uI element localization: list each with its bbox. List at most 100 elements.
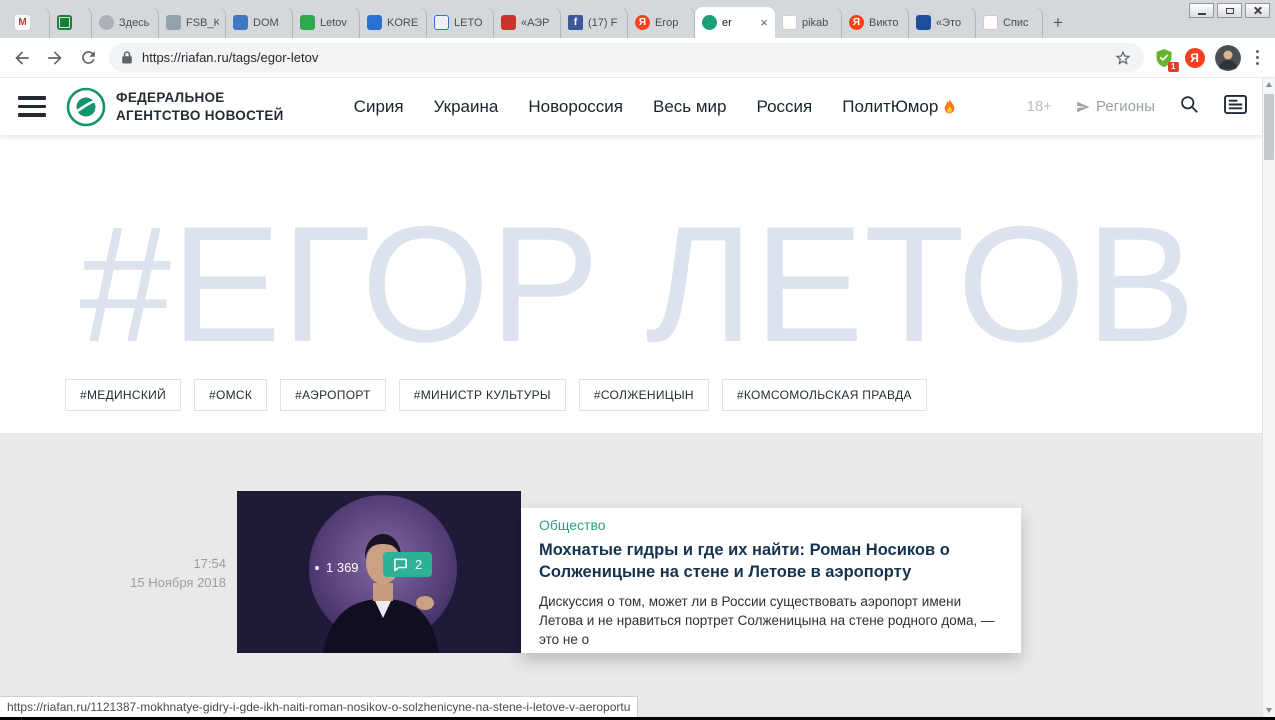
hamburger-menu-icon[interactable] (18, 96, 46, 117)
padlock-icon (122, 51, 132, 64)
tab-sheets[interactable] (50, 7, 92, 38)
comments-badge[interactable]: 2 (383, 552, 433, 577)
tag-aeroport[interactable]: #АЭРОПОРТ (280, 379, 386, 411)
scroll-up-arrow[interactable] (1263, 78, 1275, 91)
window-controls (1189, 3, 1270, 18)
site-header: ФЕДЕРАЛЬНОЕ АГЕНТСТВО НОВОСТЕЙ Сирия Укр… (0, 78, 1275, 135)
blue-favicon (233, 15, 248, 30)
minimize-button[interactable] (1189, 3, 1214, 18)
fan-logo-icon (66, 87, 106, 126)
address-bar[interactable]: https://riafan.ru/tags/egor-letov (109, 43, 1144, 72)
tab-letov[interactable]: Letov (293, 7, 360, 38)
article-thumbnail[interactable]: 1 369 2 (237, 491, 521, 653)
riafan-icon (702, 15, 717, 30)
tab-label: «Это (936, 16, 962, 29)
profile-avatar[interactable] (1214, 44, 1241, 71)
forward-button[interactable] (43, 46, 67, 70)
address-toolbar: https://riafan.ru/tags/egor-letov 1 Я (0, 38, 1275, 78)
red-favicon (501, 15, 516, 30)
tab-leto[interactable]: LETO (427, 7, 494, 38)
tab-label: FSB_K (186, 16, 219, 29)
header-right-group: 18+ Регионы (1027, 94, 1247, 120)
comments-count: 2 (415, 557, 423, 572)
browser-menu-icon[interactable] (1250, 49, 1266, 66)
tab-riafan-active[interactable]: er × (695, 7, 775, 38)
tab-close-icon[interactable]: × (760, 16, 768, 29)
news-feed-button[interactable] (1224, 94, 1247, 119)
reload-button[interactable] (76, 46, 100, 70)
browser-window: M Здесь FSB_K DOM Letov KORE LETO «АЭР f… (0, 0, 1275, 720)
extension-badge: 1 (1168, 61, 1179, 72)
tab-kore[interactable]: KORE (360, 7, 427, 38)
tab-label: LETO (454, 16, 483, 29)
yandex-icon: Я (635, 15, 650, 30)
article-date: 15 Ноября 2018 (130, 574, 226, 590)
pikabu-icon (782, 15, 797, 30)
nav-siriya[interactable]: Сирия (354, 97, 404, 117)
close-icon (1253, 6, 1262, 15)
tab-pikabu[interactable]: pikab (775, 7, 842, 38)
yandex-extension-icon[interactable]: Я (1184, 47, 1206, 69)
scroll-down-arrow[interactable] (1263, 704, 1275, 717)
location-arrow-icon (1077, 101, 1090, 112)
tab-aer[interactable]: «АЭР (494, 7, 561, 38)
tag-ministr-kultury[interactable]: #МИНИСТР КУЛЬТУРЫ (398, 379, 566, 411)
gmail-icon: M (15, 15, 30, 30)
article-excerpt: Дискуссия о том, может ли в России сущес… (539, 593, 995, 647)
site-logo[interactable]: ФЕДЕРАЛЬНОЕ АГЕНТСТВО НОВОСТЕЙ (66, 87, 284, 127)
tab-gmail[interactable]: M (8, 7, 50, 38)
nav-rossiya[interactable]: Россия (757, 97, 813, 117)
tab-yandex-egor[interactable]: Я Егор (628, 7, 695, 38)
article-title[interactable]: Мохнатые гидры и где их найти: Роман Нос… (539, 540, 1003, 584)
page-scrollbar[interactable] (1262, 78, 1275, 717)
close-button[interactable] (1245, 3, 1270, 18)
tab-facebook[interactable]: f (17) F (561, 7, 628, 38)
bookmark-star-icon[interactable] (1114, 49, 1132, 67)
tag-medinskiy[interactable]: #МЕДИНСКИЙ (65, 379, 181, 411)
link-status-bar: https://riafan.ru/1121387-mokhnatye-gidr… (0, 696, 639, 717)
nav-ukraina[interactable]: Украина (434, 97, 499, 117)
tag-solzhenicyn[interactable]: #СОЛЖЕНИЦЫН (578, 379, 709, 411)
back-button[interactable] (10, 46, 34, 70)
avatar-favicon (99, 15, 114, 30)
new-tab-button[interactable]: + (1043, 7, 1073, 38)
regions-button[interactable]: Регионы (1076, 98, 1155, 115)
url-text[interactable]: https://riafan.ru/tags/egor-letov (142, 50, 1105, 65)
tab-label: Егор (655, 16, 679, 29)
nav-novorossiya[interactable]: Новороссия (528, 97, 623, 117)
tab-zdes[interactable]: Здесь (92, 7, 159, 38)
tab-fsb-k[interactable]: FSB_K (159, 7, 226, 38)
tab-spis[interactable]: Спис (976, 7, 1043, 38)
search-button[interactable] (1179, 94, 1200, 120)
nav-ves-mir[interactable]: Весь мир (653, 97, 727, 117)
article-category[interactable]: Общество (539, 517, 1003, 533)
related-tags: #МЕДИНСКИЙ #ОМСК #АЭРОПОРТ #МИНИСТР КУЛЬ… (65, 379, 927, 411)
tab-dom[interactable]: DOM (226, 7, 293, 38)
maximize-button[interactable] (1217, 3, 1242, 18)
scrollbar-thumb[interactable] (1264, 94, 1274, 160)
age-badge: 18+ (1026, 98, 1053, 115)
tab-label: Здесь (119, 16, 150, 29)
green-favicon (300, 15, 315, 30)
views-count: 1 369 (326, 560, 359, 575)
adblock-extension-icon[interactable]: 1 (1153, 47, 1179, 72)
article-card[interactable]: Общество Мохнатые гидры и где их найти: … (521, 508, 1021, 653)
tab-eto[interactable]: «Это (909, 7, 976, 38)
article-time: 17:54 (193, 556, 226, 571)
tab-yandex-vikto[interactable]: Я Викто (842, 7, 909, 38)
flame-icon (945, 98, 955, 113)
blue-favicon (367, 15, 382, 30)
tab-label: er (722, 16, 732, 29)
article-timestamp: 17:54 15 Ноября 2018 (0, 555, 226, 593)
search-icon (1181, 95, 1198, 113)
facebook-icon: f (568, 15, 583, 30)
views-counter: 1 369 (315, 560, 359, 575)
nav-politumor[interactable]: ПолитЮмор (842, 97, 956, 117)
tab-label: DOM (253, 16, 279, 29)
tag-omsk[interactable]: #ОМСК (194, 379, 268, 411)
views-dot-icon (315, 565, 319, 570)
tag-komsomolskaya-pravda[interactable]: #КОМСОМОЛЬСКАЯ ПРАВДА (721, 379, 927, 411)
tab-label: pikab (802, 16, 829, 29)
back-icon (15, 50, 29, 65)
list-favicon (983, 15, 998, 30)
